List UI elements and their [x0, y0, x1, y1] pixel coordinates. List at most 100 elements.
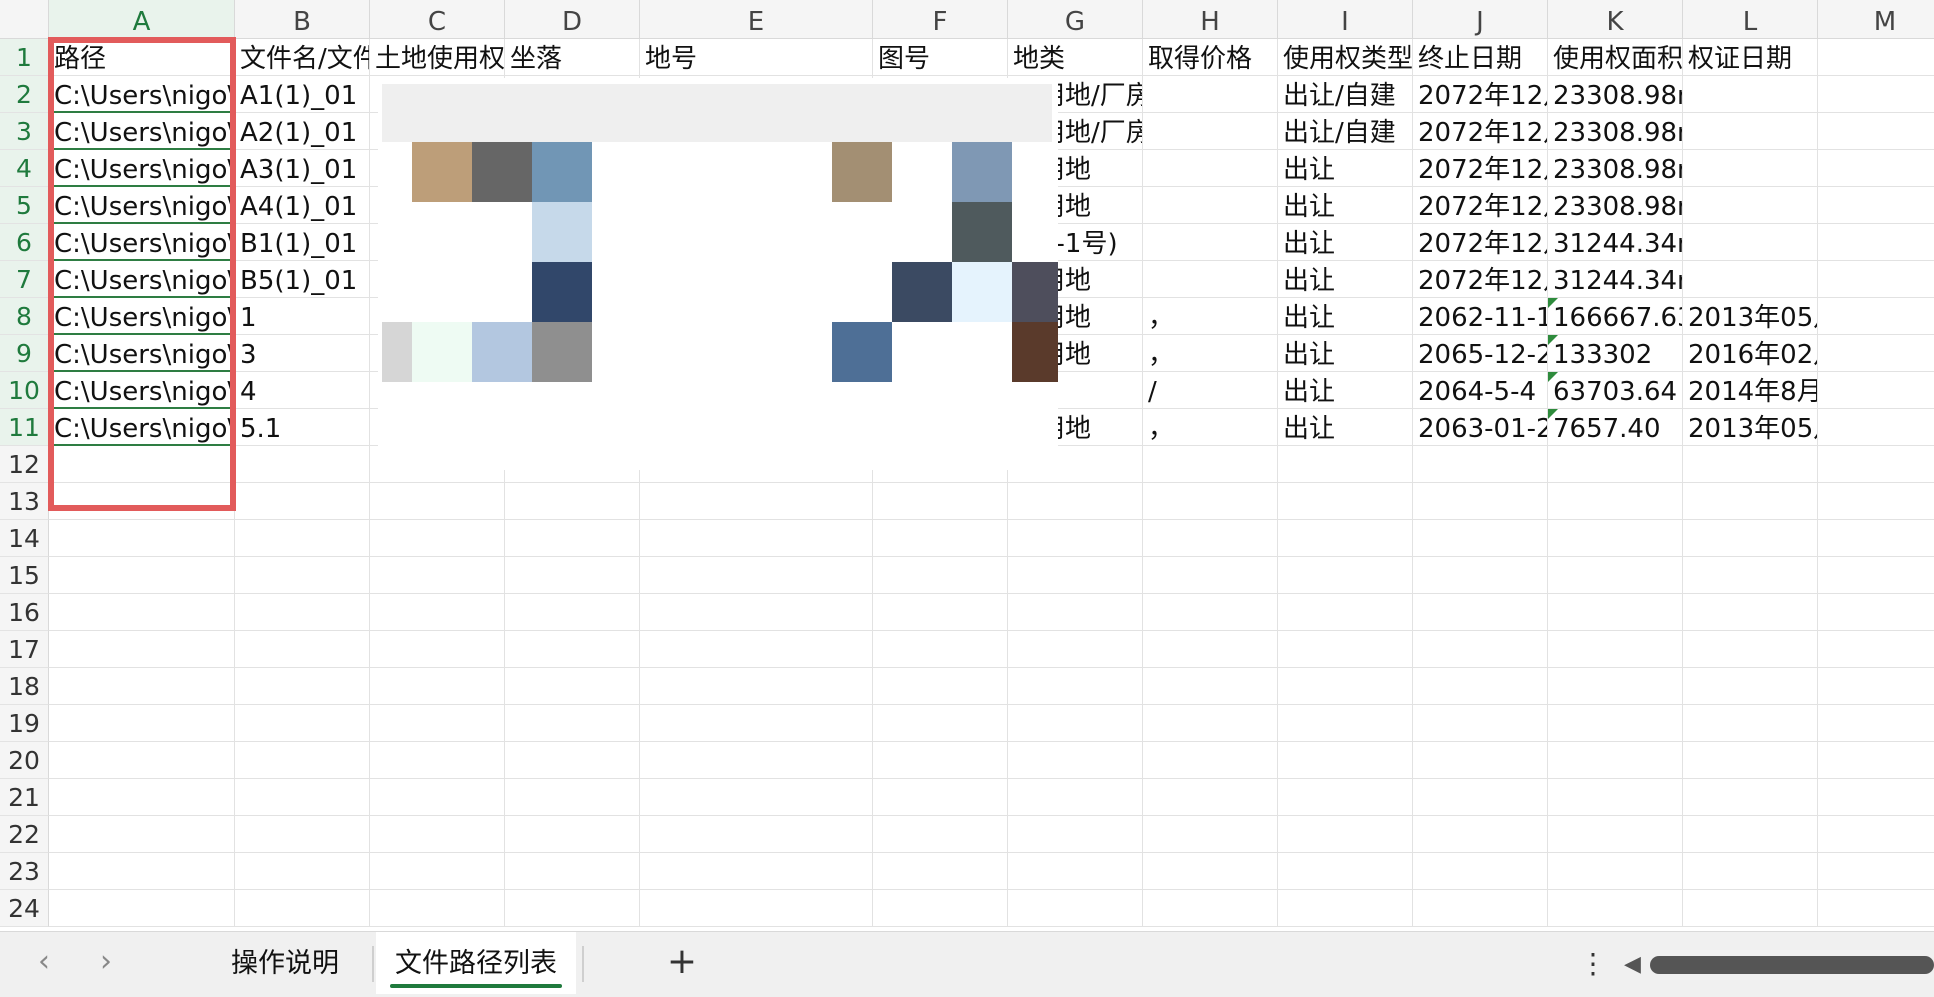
cell-e24[interactable]: [640, 890, 873, 927]
cell-j18[interactable]: [1413, 668, 1548, 705]
cell-b12[interactable]: [235, 446, 370, 483]
cell-j8[interactable]: 2062-11-1: [1413, 298, 1548, 335]
cell-m9[interactable]: [1818, 335, 1934, 372]
cell-a10[interactable]: C:\Users\nigo\: [49, 372, 235, 409]
cell-f22[interactable]: [873, 816, 1008, 853]
cell-h19[interactable]: [1143, 705, 1278, 742]
cell-b21[interactable]: [235, 779, 370, 816]
cell-c20[interactable]: [370, 742, 505, 779]
cell-m8[interactable]: [1818, 298, 1934, 335]
row-header-23[interactable]: 23: [0, 853, 49, 890]
row-header-5[interactable]: 5: [0, 187, 49, 224]
cell-l1[interactable]: 权证日期: [1683, 39, 1818, 76]
cell-f13[interactable]: [873, 483, 1008, 520]
cell-i17[interactable]: [1278, 631, 1413, 668]
cell-b23[interactable]: [235, 853, 370, 890]
cell-e22[interactable]: [640, 816, 873, 853]
row-header-17[interactable]: 17: [0, 631, 49, 668]
cell-l9[interactable]: 2016年02月23日: [1683, 335, 1818, 372]
cell-l23[interactable]: [1683, 853, 1818, 890]
cell-k18[interactable]: [1548, 668, 1683, 705]
cell-j23[interactable]: [1413, 853, 1548, 890]
cell-g21[interactable]: [1008, 779, 1143, 816]
cell-j12[interactable]: [1413, 446, 1548, 483]
cell-b19[interactable]: [235, 705, 370, 742]
row-header-6[interactable]: 6: [0, 224, 49, 261]
cell-m16[interactable]: [1818, 594, 1934, 631]
prev-sheet-arrow-icon[interactable]: ‹: [22, 940, 66, 984]
row-header-10[interactable]: 10: [0, 372, 49, 409]
cell-j19[interactable]: [1413, 705, 1548, 742]
row-header-16[interactable]: 16: [0, 594, 49, 631]
cell-a1[interactable]: 路径: [49, 39, 235, 76]
cell-k7[interactable]: 31244.34m²: [1548, 261, 1683, 298]
cell-l19[interactable]: [1683, 705, 1818, 742]
cell-c22[interactable]: [370, 816, 505, 853]
scroll-left-arrow-icon[interactable]: ◀: [1624, 950, 1648, 980]
cell-j4[interactable]: 2072年12月: [1413, 150, 1548, 187]
cell-l20[interactable]: [1683, 742, 1818, 779]
cell-k12[interactable]: [1548, 446, 1683, 483]
row-header-20[interactable]: 20: [0, 742, 49, 779]
cell-m17[interactable]: [1818, 631, 1934, 668]
row-header-18[interactable]: 18: [0, 668, 49, 705]
cell-k24[interactable]: [1548, 890, 1683, 927]
cell-l24[interactable]: [1683, 890, 1818, 927]
cell-j9[interactable]: 2065-12-2: [1413, 335, 1548, 372]
cell-m6[interactable]: [1818, 224, 1934, 261]
column-header-c[interactable]: C: [370, 0, 505, 39]
tab-instructions[interactable]: 操作说明: [205, 932, 365, 994]
cell-b22[interactable]: [235, 816, 370, 853]
cell-m1[interactable]: [1818, 39, 1934, 76]
cell-a2[interactable]: C:\Users\nigo\: [49, 76, 235, 113]
cell-a17[interactable]: [49, 631, 235, 668]
cell-c16[interactable]: [370, 594, 505, 631]
cell-h3[interactable]: [1143, 113, 1278, 150]
cell-d1[interactable]: 坐落: [505, 39, 640, 76]
cell-b9[interactable]: 3: [235, 335, 370, 372]
cell-h17[interactable]: [1143, 631, 1278, 668]
cell-i5[interactable]: 出让: [1278, 187, 1413, 224]
cell-m22[interactable]: [1818, 816, 1934, 853]
cell-d20[interactable]: [505, 742, 640, 779]
cell-l15[interactable]: [1683, 557, 1818, 594]
cell-m15[interactable]: [1818, 557, 1934, 594]
cell-h8[interactable]: ，: [1143, 298, 1278, 335]
row-header-8[interactable]: 8: [0, 298, 49, 335]
cell-d18[interactable]: [505, 668, 640, 705]
cell-f17[interactable]: [873, 631, 1008, 668]
cell-g19[interactable]: [1008, 705, 1143, 742]
cell-f20[interactable]: [873, 742, 1008, 779]
cell-l7[interactable]: [1683, 261, 1818, 298]
cell-a14[interactable]: [49, 520, 235, 557]
cell-g16[interactable]: [1008, 594, 1143, 631]
cell-h6[interactable]: [1143, 224, 1278, 261]
cell-e17[interactable]: [640, 631, 873, 668]
column-header-e[interactable]: E: [640, 0, 873, 39]
cell-a24[interactable]: [49, 890, 235, 927]
cell-i16[interactable]: [1278, 594, 1413, 631]
cell-c23[interactable]: [370, 853, 505, 890]
column-header-g[interactable]: G: [1008, 0, 1143, 39]
cell-j16[interactable]: [1413, 594, 1548, 631]
cell-b5[interactable]: A4(1)_01: [235, 187, 370, 224]
cell-i1[interactable]: 使用权类型: [1278, 39, 1413, 76]
cell-j3[interactable]: 2072年12月: [1413, 113, 1548, 150]
row-header-15[interactable]: 15: [0, 557, 49, 594]
cell-d13[interactable]: [505, 483, 640, 520]
cell-g20[interactable]: [1008, 742, 1143, 779]
row-header-9[interactable]: 9: [0, 335, 49, 372]
cell-g24[interactable]: [1008, 890, 1143, 927]
cell-j14[interactable]: [1413, 520, 1548, 557]
row-header-12[interactable]: 12: [0, 446, 49, 483]
cell-m4[interactable]: [1818, 150, 1934, 187]
cell-h22[interactable]: [1143, 816, 1278, 853]
cell-a19[interactable]: [49, 705, 235, 742]
cell-k19[interactable]: [1548, 705, 1683, 742]
cell-g14[interactable]: [1008, 520, 1143, 557]
cell-e13[interactable]: [640, 483, 873, 520]
cell-k2[interactable]: 23308.98m²: [1548, 76, 1683, 113]
cell-m19[interactable]: [1818, 705, 1934, 742]
cell-e1[interactable]: 地号: [640, 39, 873, 76]
cell-i9[interactable]: 出让: [1278, 335, 1413, 372]
